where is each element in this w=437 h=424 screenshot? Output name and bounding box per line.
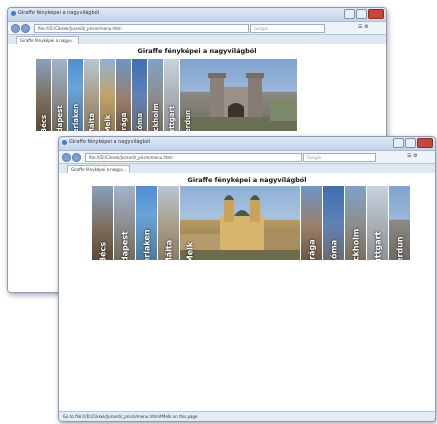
slice-stockholm[interactable]: Stockholm	[345, 186, 367, 260]
slice-interlaken[interactable]: Interlaken	[68, 59, 84, 131]
maximize-icon[interactable]	[405, 138, 416, 148]
back-url-input[interactable]: file:///D:/Cikkek/Jurandi/_prism/menu.ht…	[34, 24, 249, 33]
back-page-heading: Giraffe fényképei a nagyvilágból	[137, 47, 257, 55]
back-address-bar: file:///D:/Cikkek/Jurandi/_prism/menu.ht…	[8, 22, 386, 35]
slice-interlaken[interactable]: Interlaken	[136, 186, 158, 260]
back-search-input[interactable]: Google	[250, 24, 325, 33]
slice-melk-expanded[interactable]: Melk	[180, 186, 301, 260]
slice-verdun[interactable]: Verdun	[389, 186, 410, 260]
melk-abbey-icon	[180, 195, 300, 260]
slice-budapest[interactable]: Budapest	[114, 186, 136, 260]
minimize-icon[interactable]	[393, 138, 404, 148]
slice-praga[interactable]: Prága	[116, 59, 132, 131]
slice-stuttgart[interactable]: Stuttgart	[367, 186, 389, 260]
back-button-icon[interactable]	[11, 24, 20, 33]
verdun-gate-icon	[180, 73, 297, 131]
back-title-bar[interactable]: Giraffe fényképei a nagyvilágból	[8, 8, 386, 22]
close-icon[interactable]	[368, 9, 384, 19]
slice-roma[interactable]: Róma	[132, 59, 148, 131]
slice-roma[interactable]: Róma	[323, 186, 345, 260]
slice-stuttgart[interactable]: Stuttgart	[164, 59, 180, 131]
front-window-title: Giraffe fényképei a nagyvilágból	[69, 139, 151, 145]
slice-stockholm[interactable]: Stockholm	[148, 59, 164, 131]
front-window-controls	[393, 138, 433, 148]
front-status-bar: Go to file:///D:/Cikkek/Jurandi/_prism/m…	[59, 411, 435, 421]
minimize-icon[interactable]	[344, 9, 355, 19]
front-tools-icon[interactable]: ☰ ⚙	[407, 153, 418, 159]
browser-icon	[11, 11, 16, 16]
back-tools-icon[interactable]: ☰ ⚙	[358, 24, 369, 30]
front-title-bar[interactable]: Giraffe fényképei a nagyvilágból	[59, 137, 435, 151]
close-icon[interactable]	[417, 138, 433, 148]
slice-malta[interactable]: Málta	[84, 59, 100, 131]
front-photo-strip: Bécs Budapest Interlaken Málta Melk Prág…	[92, 186, 410, 260]
browser-icon	[62, 140, 67, 145]
back-window-controls	[344, 9, 384, 19]
slice-becs[interactable]: Bécs	[92, 186, 114, 260]
front-address-bar: file:///D:/Cikkek/Jurandi/_prism/menu.ht…	[59, 151, 435, 164]
front-page-heading: Giraffe fényképei a nagyvilágból	[187, 176, 307, 184]
slice-becs[interactable]: Bécs	[36, 59, 52, 131]
back-photo-strip: Bécs Budapest Interlaken Málta Melk Prág…	[36, 59, 297, 131]
forward-button-icon[interactable]	[72, 153, 81, 162]
slice-malta[interactable]: Málta	[158, 186, 180, 260]
front-url-input[interactable]: file:///D:/Cikkek/Jurandi/_prism/menu.ht…	[85, 153, 302, 162]
front-page-content: Giraffe fényképei a nagyvilágból Bécs Bu…	[59, 173, 435, 421]
slice-melk[interactable]: Melk	[100, 59, 116, 131]
front-search-input[interactable]: Google	[303, 153, 376, 162]
back-window-title: Giraffe fényképei a nagyvilágból	[18, 10, 100, 16]
slice-praga[interactable]: Prága	[301, 186, 323, 260]
maximize-icon[interactable]	[356, 9, 367, 19]
back-button-icon[interactable]	[62, 153, 71, 162]
slice-budapest[interactable]: Budapest	[52, 59, 68, 131]
forward-button-icon[interactable]	[21, 24, 30, 33]
slice-verdun-expanded[interactable]: Verdun	[180, 59, 297, 131]
front-browser-window: Giraffe fényképei a nagyvilágból file://…	[58, 136, 436, 422]
